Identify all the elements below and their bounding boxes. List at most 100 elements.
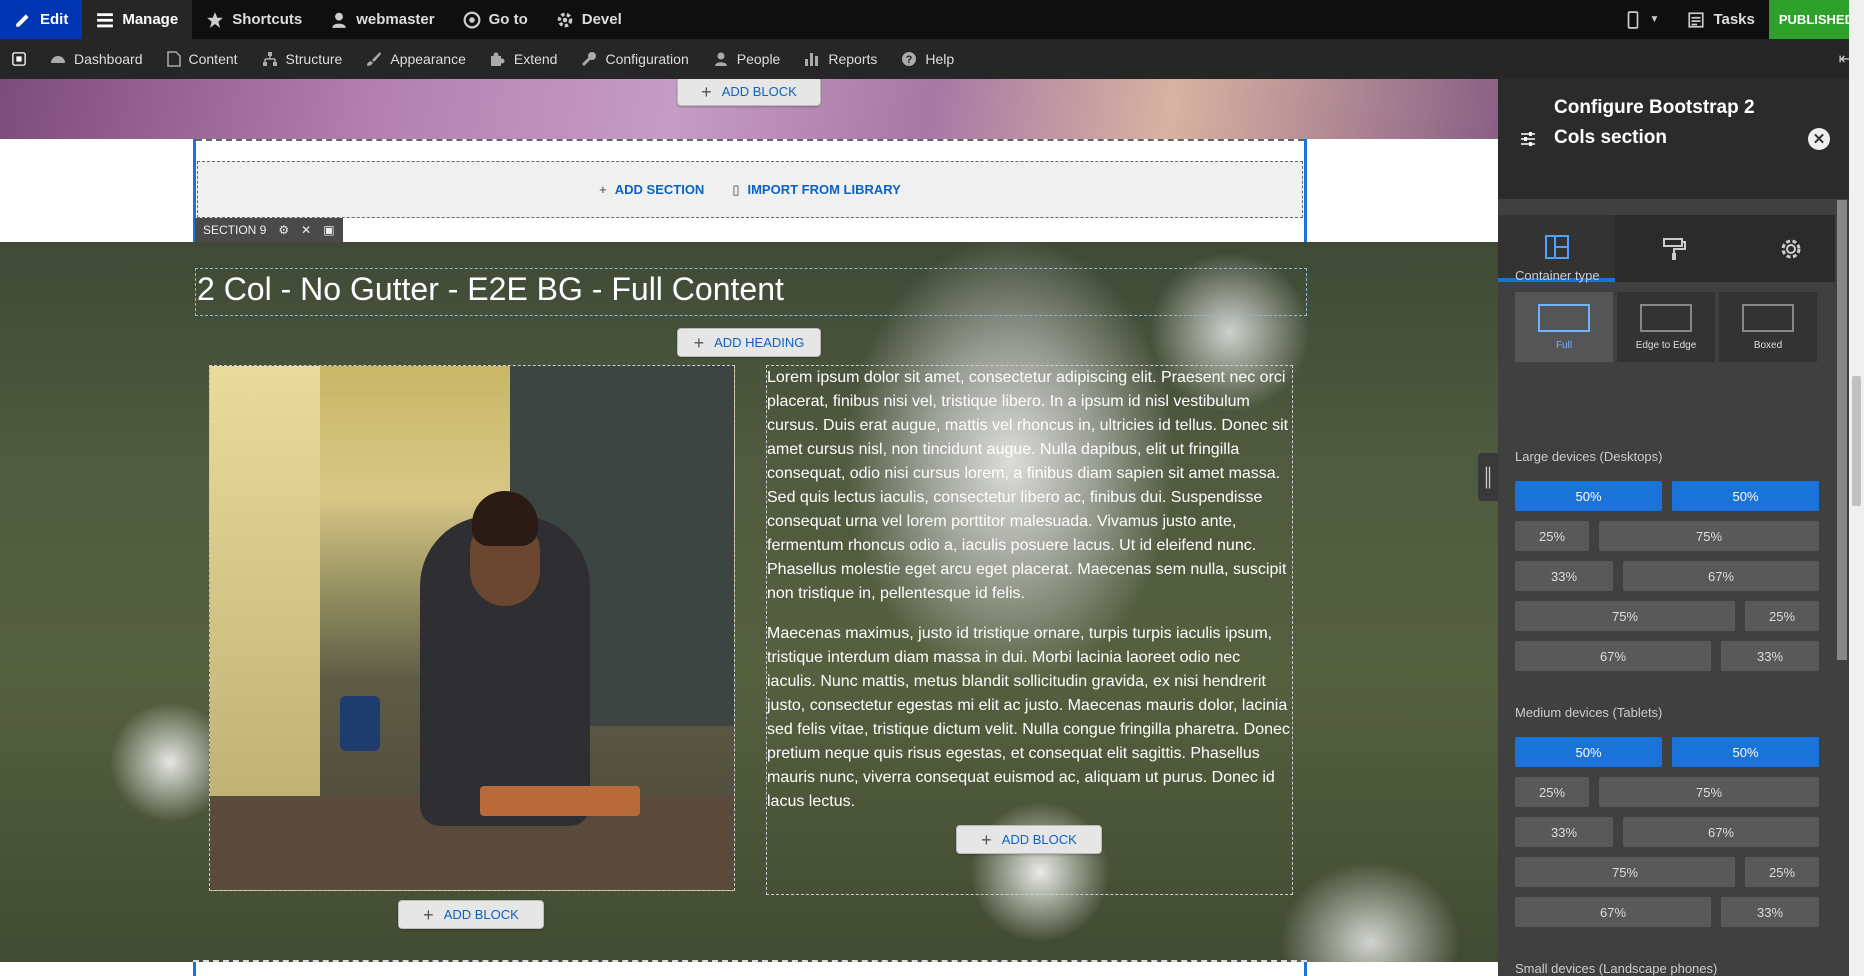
- mug-shape: [340, 696, 380, 751]
- container-edge-option[interactable]: Edge to Edge: [1617, 292, 1715, 362]
- layout-option[interactable]: 67%: [1515, 897, 1711, 927]
- layout-option[interactable]: 25%: [1515, 777, 1589, 807]
- layout-option[interactable]: 25%: [1515, 521, 1589, 551]
- edit-tab[interactable]: Edit: [0, 0, 83, 39]
- admin-toolbar: Edit Manage Shortcuts webmaster Go to De…: [0, 0, 1864, 39]
- home-button[interactable]: [0, 39, 38, 79]
- pencil-icon: [16, 13, 29, 27]
- brush-icon: [367, 52, 382, 66]
- layout-option[interactable]: 33%: [1515, 817, 1613, 847]
- gear-icon: [1781, 239, 1801, 258]
- tray-item-help[interactable]: ? Help: [889, 39, 966, 79]
- import-from-library-link[interactable]: ▯ IMPORT FROM LIBRARY: [732, 182, 901, 198]
- tray-item-dashboard[interactable]: Dashboard: [38, 39, 155, 79]
- shortcuts-tab[interactable]: Shortcuts: [192, 0, 316, 39]
- large-layout-row: 67% 33%: [1515, 641, 1819, 671]
- container-full-option[interactable]: Full: [1515, 292, 1613, 362]
- manage-tab[interactable]: Manage: [82, 0, 193, 39]
- structure-icon: [262, 52, 277, 66]
- user-tab[interactable]: webmaster: [316, 0, 448, 39]
- add-block-button[interactable]: + ADD BLOCK: [398, 900, 544, 929]
- save-icon[interactable]: ▣: [323, 223, 334, 237]
- add-block-button[interactable]: + ADD BLOCK: [677, 79, 821, 106]
- tray-item-people[interactable]: People: [701, 39, 793, 79]
- close-icon[interactable]: ✕: [301, 223, 311, 237]
- add-heading-button[interactable]: + ADD HEADING: [677, 328, 821, 357]
- page-scrollbar[interactable]: [1849, 0, 1864, 976]
- tray-item-structure[interactable]: Structure: [250, 39, 355, 79]
- layout-option[interactable]: 33%: [1721, 897, 1819, 927]
- tray-item-appearance[interactable]: Appearance: [354, 39, 478, 79]
- admin-tray: Dashboard Content Structure Appearance E…: [0, 39, 1864, 79]
- layout-option[interactable]: 67%: [1515, 641, 1711, 671]
- chevron-down-icon: ▼: [1649, 14, 1660, 25]
- container-type-label: Container type: [1515, 268, 1600, 283]
- container-boxed-option[interactable]: Boxed: [1719, 292, 1817, 362]
- layout-option[interactable]: 75%: [1599, 521, 1819, 551]
- tray-item-extend[interactable]: Extend: [478, 39, 570, 79]
- layout-option[interactable]: 25%: [1745, 601, 1819, 631]
- goto-tab[interactable]: Go to: [449, 0, 542, 39]
- gear-icon[interactable]: ⚙: [278, 223, 289, 237]
- scrollbar-thumb[interactable]: [1852, 376, 1861, 506]
- close-sidebar-button[interactable]: ✕: [1808, 128, 1830, 150]
- plus-icon: +: [423, 904, 434, 925]
- container-type-options: Full Edge to Edge Boxed: [1515, 292, 1817, 362]
- section-heading: 2 Col - No Gutter - E2E BG - Full Conten…: [197, 271, 784, 307]
- layout-option[interactable]: 33%: [1721, 641, 1819, 671]
- tray-label: Structure: [285, 51, 343, 67]
- add-section-link[interactable]: + ADD SECTION: [599, 182, 704, 197]
- puzzle-icon: [490, 52, 505, 66]
- devel-tab[interactable]: Devel: [542, 0, 636, 39]
- add-block-button[interactable]: + ADD BLOCK: [956, 825, 1102, 854]
- container-option-label: Full: [1555, 339, 1573, 351]
- layout-option[interactable]: 75%: [1515, 857, 1735, 887]
- plus-icon: +: [701, 81, 712, 102]
- scrollbar-thumb[interactable]: [1837, 200, 1847, 660]
- small-devices-label: Small devices (Landscape phones): [1515, 961, 1718, 976]
- medium-layout-row: 67% 33%: [1515, 897, 1819, 927]
- add-heading-label: ADD HEADING: [714, 335, 805, 350]
- bar-chart-icon: [805, 53, 819, 66]
- device-preview-button[interactable]: ▼: [1610, 0, 1674, 39]
- add-block-label: ADD BLOCK: [1001, 832, 1077, 847]
- image-block[interactable]: [209, 365, 735, 891]
- tab-settings[interactable]: [1733, 215, 1850, 282]
- tasks-tab[interactable]: Tasks: [1673, 0, 1768, 39]
- layout-option[interactable]: 75%: [1599, 777, 1819, 807]
- medium-layout-row: 50% 50%: [1515, 737, 1819, 767]
- people-icon: [714, 52, 727, 66]
- layout-option[interactable]: 67%: [1623, 817, 1819, 847]
- medium-layout-row: 75% 25%: [1515, 857, 1819, 887]
- dashboard-icon: [51, 56, 65, 63]
- layout-option[interactable]: 50%: [1672, 481, 1819, 511]
- text-block[interactable]: Lorem ipsum dolor sit amet, consectetur …: [766, 365, 1293, 895]
- sidebar-scrollbar[interactable]: [1835, 200, 1849, 976]
- tray-item-reports[interactable]: Reports: [792, 39, 889, 79]
- sidebar-resize-handle[interactable]: ║: [1478, 453, 1498, 501]
- book-shape: [480, 786, 640, 816]
- mobile-icon: [1627, 10, 1638, 29]
- layout-option[interactable]: 50%: [1515, 737, 1662, 767]
- add-block-label: ADD BLOCK: [443, 907, 519, 922]
- layout-option[interactable]: 50%: [1672, 737, 1819, 767]
- plus-icon: +: [599, 182, 607, 197]
- add-section-label: ADD SECTION: [614, 182, 705, 197]
- tasks-icon: [1688, 11, 1705, 28]
- shortcuts-label: Shortcuts: [232, 11, 303, 28]
- add-block-label: ADD BLOCK: [721, 84, 797, 99]
- library-icon: ▯: [732, 181, 740, 197]
- svg-text:?: ?: [906, 54, 913, 66]
- tab-style[interactable]: [1615, 215, 1732, 282]
- tray-item-configuration[interactable]: Configuration: [569, 39, 700, 79]
- layout-option[interactable]: 50%: [1515, 481, 1662, 511]
- drupal-home-icon: [12, 52, 26, 66]
- tray-label: Appearance: [390, 51, 466, 67]
- tray-item-content[interactable]: Content: [155, 39, 250, 79]
- large-layout-row: 75% 25%: [1515, 601, 1819, 631]
- layout-option[interactable]: 67%: [1623, 561, 1819, 591]
- layout-option[interactable]: 75%: [1515, 601, 1735, 631]
- container-full-icon: [1538, 303, 1590, 332]
- layout-option[interactable]: 25%: [1745, 857, 1819, 887]
- layout-option[interactable]: 33%: [1515, 561, 1613, 591]
